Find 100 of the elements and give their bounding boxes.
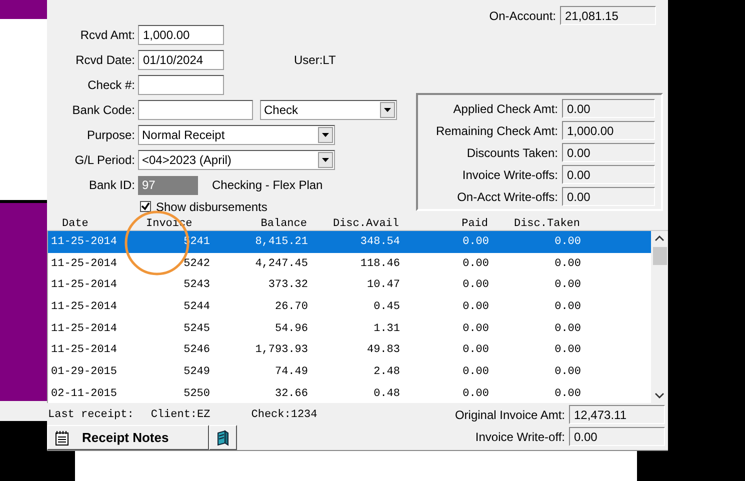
table-cell-text: 11-25-2014 — [50, 322, 118, 335]
table-cell-text: 0.00 — [554, 236, 581, 248]
column-header[interactable]: Balance — [209, 218, 307, 230]
table-cell-text: 54.96 — [274, 322, 308, 335]
table-row[interactable]: 11-25-2014 5244 26.70 0.45 0.00 0.00 — [48, 296, 651, 318]
on-account-field: 21,081.15 — [560, 6, 656, 25]
table-cell-text: 5244 — [182, 300, 210, 313]
field-label: Discounts Taken: — [466, 146, 558, 160]
table-cell-text: 0.00 — [554, 279, 581, 292]
table-cell-text: 5245 — [182, 322, 210, 335]
table-row[interactable]: 11-25-2014 5246 1,793.93 49.83 0.00 0.00 — [48, 339, 651, 362]
table-cell-text: 26.70 — [274, 300, 308, 313]
table-cell-text: 11-25-2014 — [50, 279, 118, 292]
table-cell-text: 0.00 — [554, 300, 581, 313]
table-cell-text: 0.00 — [554, 366, 581, 378]
table-row[interactable]: 11-25-2014 5242 4,247.45 118.46 0.00 0.00 — [48, 252, 651, 274]
table-cell-text: 0.00 — [462, 279, 489, 292]
amount-field: 0.00 — [562, 187, 655, 206]
field-label: On-Acct Write-offs: — [457, 190, 558, 204]
bank-id-field: 97 — [138, 176, 198, 194]
scroll-down-icon[interactable] — [655, 393, 664, 399]
table-cell-text: 10.47 — [366, 279, 400, 292]
field-label: Rcvd Date: — [74, 53, 136, 67]
input-field[interactable] — [138, 100, 253, 120]
table-cell-text: 01-29-2015 — [50, 366, 118, 378]
table-cell-text: 5249 — [182, 366, 210, 378]
table-cell-text: 5242 — [182, 258, 210, 270]
field-label: Bank Code: — [71, 103, 136, 117]
checkbox-label[interactable]: Show disbursements — [156, 200, 268, 214]
input-field[interactable]: 01/10/2024 — [138, 50, 224, 70]
amount-field: 12,473.11 — [569, 405, 665, 424]
table-cell-text: 0.00 — [554, 344, 581, 356]
table-cell-text: 0.00 — [554, 258, 581, 270]
field-label: Check #: — [86, 78, 136, 92]
table-cell-text: 0.00 — [462, 322, 489, 335]
table-cell-text: 49.83 — [366, 344, 400, 356]
last-receipt-check: Check:1234 — [251, 409, 318, 421]
column-header[interactable]: Date — [47, 218, 119, 230]
table-cell-text: 0.00 — [462, 258, 489, 270]
column-header[interactable]: Paid — [399, 218, 488, 230]
input-field[interactable] — [138, 75, 224, 95]
table-cell-text: 0.00 — [462, 366, 489, 378]
field-label: G/L Period: — [74, 153, 136, 167]
amount-field: 0.00 — [569, 427, 665, 446]
table-cell-text: 0.00 — [462, 300, 489, 313]
table-cell-text: 32.66 — [274, 388, 308, 400]
amount-field: 0.00 — [562, 165, 655, 184]
table-cell-text: 348.54 — [359, 236, 400, 248]
table-cell-text: 11-25-2014 — [50, 300, 118, 313]
info-text: Checking - Flex Plan — [212, 178, 323, 192]
field-label: Purpose: — [86, 128, 136, 142]
dropdown[interactable]: <04>2023 (April) — [138, 150, 335, 170]
last-receipt-client: Client:EZ — [150, 409, 210, 421]
table-cell-text: 0.45 — [372, 300, 400, 313]
field-label: On-Account: — [489, 8, 556, 22]
table-cell-text: 0.48 — [372, 388, 400, 400]
table-row[interactable]: 01-29-2015 5249 74.49 2.48 0.00 0.00 — [48, 361, 651, 383]
notepad-icon — [54, 430, 70, 446]
table-cell-text: 2.48 — [372, 366, 400, 378]
table-row[interactable]: 11-25-2014 5245 54.96 1.31 0.00 0.00 — [48, 318, 651, 340]
info-text: User:LT — [294, 53, 336, 67]
column-header[interactable]: Disc.Avail — [307, 218, 399, 230]
amount-field: 0.00 — [562, 143, 655, 162]
field-label: Remaining Check Amt: — [436, 124, 558, 138]
table-cell-text: 0.00 — [462, 236, 489, 248]
table-row[interactable]: 11-25-2014 5243 373.32 10.47 0.00 0.00 — [48, 274, 651, 296]
table-cell-text: 1.31 — [372, 322, 400, 335]
table-cell-text: 1,793.93 — [254, 344, 308, 356]
amount-field: 0.00 — [562, 99, 655, 118]
field-label: Invoice Write-off: — [475, 430, 565, 444]
table-cell-text: 74.49 — [274, 366, 308, 378]
table-cell-text: 02-11-2015 — [50, 388, 118, 400]
checkbox[interactable] — [140, 201, 151, 212]
field-label: Rcvd Amt: — [79, 28, 136, 42]
table-cell-text: 5250 — [182, 388, 210, 400]
table-cell-text: 0.00 — [554, 322, 581, 335]
receipt-notes-button[interactable]: Receipt Notes — [47, 425, 209, 450]
table-cell-text: 0.00 — [462, 388, 489, 400]
table-row[interactable]: 02-11-2015 5250 32.66 0.48 0.00 0.00 — [48, 382, 651, 404]
field-label: Bank ID: — [88, 178, 136, 192]
field-label: Invoice Write-offs: — [462, 168, 558, 182]
table-cell-text: 5243 — [182, 279, 210, 292]
scrollbar[interactable] — [651, 231, 668, 403]
dropdown[interactable]: Check — [260, 100, 397, 120]
table-cell-text: 11-25-2014 — [50, 258, 118, 270]
table-cell-text: 8,415.21 — [254, 236, 308, 248]
table-cell-text: 0.00 — [462, 344, 489, 356]
book-icon — [217, 430, 229, 446]
table-cell-text: 4,247.45 — [254, 258, 308, 270]
scrollbar-thumb[interactable] — [652, 247, 666, 265]
column-header[interactable]: Disc.Taken — [488, 218, 580, 230]
dropdown[interactable]: Normal Receipt — [138, 125, 335, 145]
table-cell-text: 373.32 — [267, 279, 308, 292]
table-cell-text: 11-25-2014 — [50, 344, 118, 356]
book-button[interactable] — [209, 425, 237, 450]
input-field[interactable]: 1,000.00 — [138, 25, 224, 45]
scroll-up-icon[interactable] — [655, 235, 664, 241]
table-cell-text: 11-25-2014 — [50, 236, 118, 248]
table-cell-text: 118.46 — [359, 258, 400, 270]
amount-field: 1,000.00 — [562, 121, 655, 140]
